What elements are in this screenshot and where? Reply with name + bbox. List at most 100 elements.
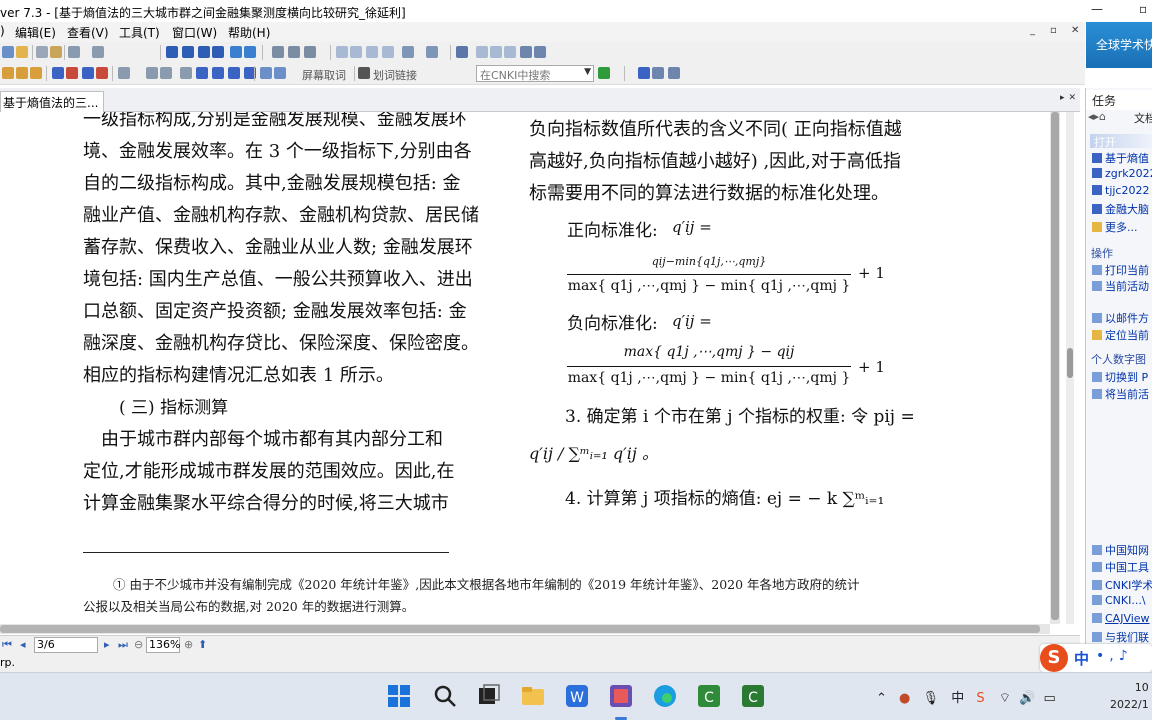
restore-icon[interactable]: ▫ — [1050, 25, 1057, 36]
ime-chinese-mode[interactable]: 中 — [1074, 648, 1089, 669]
link-item[interactable]: CNKI学术 — [1092, 577, 1152, 593]
single-page-icon[interactable] — [336, 46, 348, 58]
tab-scroll-icon[interactable]: ▸✕ — [1060, 93, 1080, 103]
link-item[interactable]: 中国知网 — [1092, 542, 1149, 558]
help-icon[interactable] — [668, 67, 680, 79]
marker-icon[interactable] — [66, 67, 78, 79]
redo-icon[interactable] — [92, 46, 104, 58]
link-item[interactable]: 中国工具 — [1092, 559, 1149, 575]
rotate-icon[interactable] — [402, 46, 414, 58]
anchor-icon[interactable] — [212, 67, 224, 79]
search-dropdown-icon[interactable]: ▼ — [584, 67, 591, 77]
chevron-up-icon[interactable]: ⌃ — [876, 691, 887, 706]
up-icon[interactable]: ⬆ — [198, 638, 207, 651]
op-item[interactable]: 打印当前 — [1092, 262, 1149, 278]
camtasia-icon[interactable]: C — [696, 683, 722, 709]
text-select-icon[interactable] — [118, 67, 130, 79]
personal-item[interactable]: 将当前活 — [1092, 386, 1149, 402]
op-item[interactable]: 以邮件方 — [1092, 310, 1149, 326]
menu-window[interactable]: 窗口(W) — [172, 24, 217, 41]
open-item[interactable]: 基于熵值 — [1092, 150, 1149, 166]
screenshot-icon[interactable] — [260, 67, 272, 79]
prev-page-icon[interactable]: ◂ — [20, 638, 26, 651]
word-link-button[interactable]: 划词链接 — [373, 67, 417, 83]
volume-icon[interactable]: 🔊 — [1019, 691, 1035, 706]
forward-icon[interactable] — [244, 46, 256, 58]
restore-icon[interactable]: ▫ — [1139, 2, 1147, 16]
scroll-thumb[interactable] — [1067, 348, 1073, 378]
recorder-icon[interactable]: C — [740, 683, 766, 709]
highlight-icon[interactable] — [30, 67, 42, 79]
minimize-icon[interactable]: — — [1091, 2, 1103, 16]
link-item[interactable]: 与我们联 — [1092, 629, 1149, 645]
find-icon[interactable] — [272, 46, 284, 58]
ime-toolbar[interactable]: S 中 •,♪ — [1040, 644, 1152, 672]
find-prev-icon[interactable] — [304, 46, 316, 58]
stamp-icon[interactable] — [228, 67, 240, 79]
zoom-out-icon[interactable] — [534, 46, 546, 58]
link-item[interactable]: CAJView — [1092, 612, 1150, 625]
windows-start-icon[interactable] — [386, 683, 412, 709]
bookmark-icon[interactable] — [2, 67, 14, 79]
menu-help[interactable]: 帮助(H) — [228, 24, 270, 41]
menu-tools[interactable]: 工具(T) — [119, 24, 160, 41]
copy-icon[interactable] — [36, 46, 48, 58]
ime-tools-icon[interactable]: •,♪ — [1096, 648, 1133, 664]
sogou-icon[interactable]: S — [1040, 644, 1068, 672]
scroll-thumb[interactable] — [1051, 112, 1059, 620]
first-page-icon[interactable] — [166, 46, 178, 58]
open-icon[interactable] — [16, 46, 28, 58]
info-icon[interactable] — [638, 67, 650, 79]
global-academic-banner[interactable]: 全球学术快 — [1086, 22, 1152, 68]
first-page-icon[interactable]: ⏮ — [2, 638, 12, 652]
clock[interactable]: 10 2022/1 — [1110, 679, 1149, 713]
microphone-icon[interactable]: 🎙 — [923, 691, 940, 706]
page-number-input[interactable]: 3/6 — [34, 637, 98, 653]
wifi-icon[interactable]: ⌔ — [999, 691, 1011, 706]
sogou-tray-icon[interactable]: S — [976, 691, 984, 706]
scroll-thumb[interactable] — [0, 625, 1040, 633]
next-page-icon[interactable] — [198, 46, 210, 58]
continuous-icon[interactable] — [350, 46, 362, 58]
last-page-icon[interactable]: ⏭ — [118, 638, 128, 652]
personal-item[interactable]: 切换到 P — [1092, 369, 1148, 385]
pane-nav-icons[interactable]: ◂▸⌂ — [1088, 110, 1106, 123]
two-page-icon[interactable] — [366, 46, 378, 58]
new-icon[interactable] — [2, 46, 14, 58]
search-icon[interactable] — [432, 683, 458, 709]
open-section-header[interactable]: 打开 — [1090, 134, 1152, 149]
prev-page-icon[interactable] — [182, 46, 194, 58]
zoom-level[interactable]: 136% — [146, 637, 180, 653]
undo-icon[interactable] — [68, 46, 80, 58]
back-icon[interactable] — [230, 46, 242, 58]
tray-app-icon[interactable]: ● — [899, 691, 910, 706]
word-link-icon[interactable] — [358, 67, 370, 79]
ellipse-icon[interactable] — [96, 67, 108, 79]
task-view-icon[interactable] — [476, 683, 502, 709]
menu-stub[interactable]: ) — [0, 24, 5, 38]
link-item[interactable]: CNKI...\ — [1092, 594, 1146, 607]
minimize-icon[interactable]: _ — [1030, 25, 1035, 36]
ime-tray-label[interactable]: 中 — [951, 691, 964, 706]
vertical-scrollbar[interactable] — [1050, 112, 1060, 624]
op-item[interactable]: 定位当前 — [1092, 327, 1149, 343]
paste-icon[interactable] — [50, 46, 62, 58]
actual-size-icon[interactable] — [476, 46, 488, 58]
menu-edit[interactable]: 编辑(E) — [15, 24, 56, 41]
screen-word-button[interactable]: 屏幕取词 — [302, 67, 346, 83]
note-icon[interactable] — [16, 67, 28, 79]
fit-page-icon[interactable] — [490, 46, 502, 58]
cajviewer-icon[interactable] — [608, 683, 634, 709]
zoom-in-icon[interactable]: ⊕ — [184, 638, 193, 651]
select-icon[interactable] — [456, 46, 468, 58]
translate-icon[interactable] — [196, 67, 208, 79]
fit-width-icon[interactable] — [504, 46, 516, 58]
op-item[interactable]: 当前活动 — [1092, 278, 1149, 294]
pane-scrollbar[interactable] — [1066, 112, 1074, 624]
last-page-icon[interactable] — [212, 46, 224, 58]
image-select-icon[interactable] — [146, 67, 158, 79]
battery-icon[interactable]: ▭ — [1043, 691, 1055, 706]
open-item[interactable]: zgrk2022 — [1092, 167, 1152, 180]
pane-tab-doc[interactable]: 文档 — [1134, 110, 1152, 126]
file-explorer-icon[interactable] — [520, 683, 546, 709]
